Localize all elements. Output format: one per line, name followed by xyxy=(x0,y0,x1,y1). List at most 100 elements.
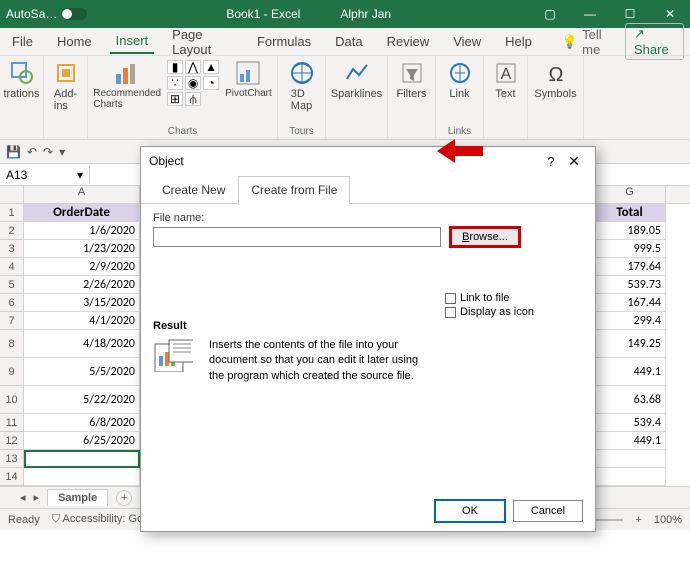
dialog-close-button[interactable]: ✕ xyxy=(561,153,587,170)
btn-label: Sparklines xyxy=(331,88,382,100)
row-header[interactable]: 3 xyxy=(0,240,24,258)
illustrations-button[interactable]: trations xyxy=(2,60,42,100)
cell[interactable]: 1/6/2020 xyxy=(24,222,140,240)
combo-icon[interactable]: ⫛ xyxy=(185,92,201,106)
scatter-icon[interactable]: ∵ xyxy=(167,76,183,90)
map-chart-icon[interactable]: ◉ xyxy=(185,76,201,90)
cell[interactable]: 63.68 xyxy=(594,386,666,414)
row-header[interactable]: 12 xyxy=(0,432,24,450)
addins-button[interactable]: Add- ins xyxy=(46,60,86,112)
cell[interactable]: 5/5/2020 xyxy=(24,358,140,386)
help-button[interactable]: ? xyxy=(541,154,561,169)
area-chart-icon[interactable]: ▲ xyxy=(203,60,219,74)
tab-file[interactable]: File xyxy=(6,30,39,53)
share-button[interactable]: ↗ Share xyxy=(625,23,684,60)
tab-help[interactable]: Help xyxy=(499,30,538,53)
file-name-input[interactable] xyxy=(153,227,441,247)
hist-icon[interactable]: ⊞ xyxy=(167,92,183,106)
cell[interactable] xyxy=(594,468,666,486)
row-header[interactable]: 1 xyxy=(0,204,24,222)
ribbon-options-icon[interactable]: ▢ xyxy=(530,0,570,28)
column-header-g[interactable]: G xyxy=(594,186,666,203)
tab-create-new[interactable]: Create New xyxy=(149,176,238,204)
undo-icon[interactable]: ↶ xyxy=(27,145,37,159)
row-header[interactable]: 9 xyxy=(0,358,24,386)
header-cell[interactable]: Total xyxy=(594,204,666,222)
chart-type-grid[interactable]: ▮⋀▲ ∵◉◔ ⊞⫛ xyxy=(167,60,219,106)
3d-map-button[interactable]: 3D Map xyxy=(282,60,322,112)
sheet-nav-prev[interactable]: ◂ xyxy=(20,491,26,504)
cancel-button[interactable]: Cancel xyxy=(513,500,583,522)
save-icon[interactable]: 💾 xyxy=(6,145,21,159)
cell[interactable]: 999.5 xyxy=(594,240,666,258)
text-button[interactable]: A Text xyxy=(486,60,526,100)
link-button[interactable]: Link xyxy=(440,60,480,100)
cell[interactable] xyxy=(24,468,140,486)
select-all-corner[interactable] xyxy=(0,186,24,203)
cell[interactable]: 189.05 xyxy=(594,222,666,240)
link-to-file-checkbox[interactable]: Link to file xyxy=(445,292,534,304)
sparklines-button[interactable]: Sparklines xyxy=(331,60,382,100)
cell[interactable]: 3/15/2020 xyxy=(24,294,140,312)
tell-me-search[interactable]: 💡 Tell me xyxy=(562,27,613,57)
symbols-button[interactable]: Ω Symbols xyxy=(534,60,576,100)
cell[interactable]: 539.4 xyxy=(594,414,666,432)
row-header[interactable]: 13 xyxy=(0,450,24,468)
tab-create-from-file[interactable]: Create from File xyxy=(238,176,350,204)
row-header[interactable]: 6 xyxy=(0,294,24,312)
cell[interactable]: 4/18/2020 xyxy=(24,330,140,358)
zoom-in-button[interactable]: + xyxy=(635,514,641,526)
cell[interactable]: 449.1 xyxy=(594,432,666,450)
browse-button[interactable]: BBrowse...rowse... xyxy=(449,226,521,248)
cell[interactable]: 6/8/2020 xyxy=(24,414,140,432)
row-header[interactable]: 2 xyxy=(0,222,24,240)
pivotchart-button[interactable]: PivotChart xyxy=(225,60,272,99)
display-as-icon-checkbox[interactable]: Display as icon xyxy=(445,306,534,318)
tab-data[interactable]: Data xyxy=(329,30,368,53)
cell[interactable]: 149.25 xyxy=(594,330,666,358)
cell[interactable]: 5/22/2020 xyxy=(24,386,140,414)
cell[interactable]: 2/9/2020 xyxy=(24,258,140,276)
cell[interactable] xyxy=(24,450,140,468)
new-sheet-button[interactable]: + xyxy=(116,490,132,506)
tab-page-layout[interactable]: Page Layout xyxy=(166,23,239,61)
minimize-button[interactable]: — xyxy=(570,0,610,28)
row-header[interactable]: 11 xyxy=(0,414,24,432)
row-header[interactable]: 7 xyxy=(0,312,24,330)
row-header[interactable]: 8 xyxy=(0,330,24,358)
row-header[interactable]: 5 xyxy=(0,276,24,294)
tab-view[interactable]: View xyxy=(447,30,487,53)
pie-chart-icon[interactable]: ◔ xyxy=(203,76,219,90)
cell[interactable]: 1/23/2020 xyxy=(24,240,140,258)
row-header[interactable]: 14 xyxy=(0,468,24,486)
redo-icon[interactable]: ↷ xyxy=(43,145,53,159)
name-box[interactable]: A13 ▾ xyxy=(0,166,90,184)
zoom-level[interactable]: 100% xyxy=(654,514,682,526)
cell[interactable]: 2/26/2020 xyxy=(24,276,140,294)
cell[interactable]: 167.44 xyxy=(594,294,666,312)
header-cell[interactable]: OrderDate xyxy=(24,204,140,222)
column-header-a[interactable]: A xyxy=(24,186,140,203)
cell[interactable]: 6/25/2020 xyxy=(24,432,140,450)
qat-dropdown-icon[interactable]: ▾ xyxy=(59,145,65,159)
ok-button[interactable]: OK xyxy=(435,500,505,522)
tab-insert[interactable]: Insert xyxy=(110,29,155,54)
row-header[interactable]: 4 xyxy=(0,258,24,276)
sheet-tab[interactable]: Sample xyxy=(47,489,108,506)
tab-formulas[interactable]: Formulas xyxy=(251,30,317,53)
sheet-nav-next[interactable]: ▸ xyxy=(34,491,40,504)
cell[interactable]: 449.1 xyxy=(594,358,666,386)
bar-chart-icon[interactable]: ▮ xyxy=(167,60,183,74)
autosave-toggle[interactable]: AutoSa… xyxy=(0,7,87,21)
filters-button[interactable]: Filters xyxy=(392,60,432,100)
cell[interactable]: 299.4 xyxy=(594,312,666,330)
tab-home[interactable]: Home xyxy=(51,30,98,53)
cell[interactable]: 4/1/2020 xyxy=(24,312,140,330)
row-header[interactable]: 10 xyxy=(0,386,24,414)
cell[interactable]: 179.64 xyxy=(594,258,666,276)
tab-review[interactable]: Review xyxy=(381,30,436,53)
cell[interactable]: 539.73 xyxy=(594,276,666,294)
recommended-charts-button[interactable]: Recommended Charts xyxy=(93,60,161,110)
cell[interactable] xyxy=(594,450,666,468)
line-chart-icon[interactable]: ⋀ xyxy=(185,60,201,74)
